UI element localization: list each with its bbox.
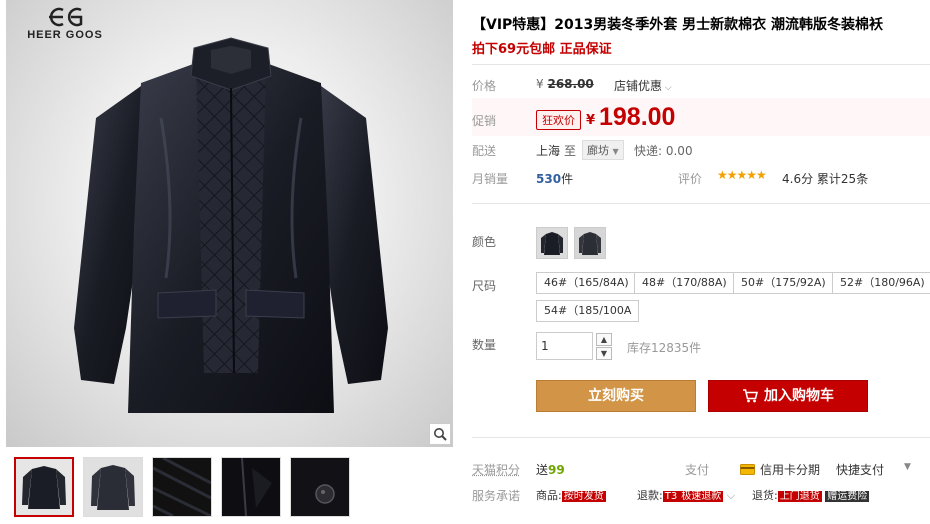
rating-stars: ★★★★★	[717, 168, 767, 182]
chevron-down-icon: ⌵	[726, 489, 736, 502]
jacket-photo	[74, 37, 388, 413]
service-return: 退货: 上门退货 赠运费险	[752, 487, 870, 503]
ship-from: 上海	[536, 144, 561, 158]
quick-pay[interactable]: 快捷支付	[836, 461, 884, 478]
credit-card-icon	[740, 464, 755, 475]
main-product-image[interactable]: HEER GOOS	[6, 0, 453, 447]
credit-installment-label: 信用卡分期	[760, 463, 821, 477]
thumbnail-4[interactable]	[221, 457, 281, 517]
service-label: 服务承诺	[472, 489, 521, 503]
color-swatch-1[interactable]	[536, 227, 568, 259]
destination-select[interactable]: 廊坊 ▼	[582, 140, 624, 160]
original-price: ¥ 268.00	[536, 77, 594, 91]
size-label: 尺码	[472, 279, 497, 293]
size-option[interactable]: 52#（180/96A)	[832, 272, 930, 294]
quantity-input[interactable]	[536, 332, 593, 360]
magnifier-icon	[434, 428, 447, 441]
ship-on-time-badge[interactable]: 按时发货	[561, 491, 606, 502]
add-to-cart-label: 加入购物车	[764, 388, 834, 404]
currency-symbol: ¥	[536, 77, 544, 91]
rating-score-value: 4.6分	[782, 172, 814, 186]
thumbnail-2[interactable]	[83, 457, 143, 517]
size-option[interactable]: 48#（170/88A)	[634, 272, 735, 294]
points-value: 送99	[536, 461, 565, 478]
sales-label: 月销量	[472, 172, 509, 186]
credit-installment[interactable]: 信用卡分期	[740, 461, 820, 478]
color-swatch-2[interactable]	[574, 227, 606, 259]
chevron-up-icon: ▲	[600, 335, 608, 344]
sales-unit: 件	[561, 172, 574, 186]
product-subtitle: 拍下69元包邮 正品保证	[472, 42, 612, 57]
shipping-label: 配送	[472, 144, 497, 158]
store-promo-label: 店铺优惠	[614, 79, 663, 93]
zoom-button[interactable]	[429, 423, 451, 445]
add-to-cart-button[interactable]: 加入购物车	[708, 380, 868, 412]
buy-now-button[interactable]: 立刻购买	[536, 380, 696, 412]
divider	[472, 203, 930, 204]
thumbnail-strip	[14, 457, 350, 517]
payment-expand-icon[interactable]: ▼	[904, 462, 911, 472]
t3-badge[interactable]: T3	[662, 491, 680, 502]
ship-to-word: 至	[564, 144, 577, 158]
store-promo-dropdown[interactable]: 店铺优惠 ⌵	[614, 77, 672, 94]
shipping-fee: 快递: 0.00	[634, 144, 693, 158]
rating-label: 评价	[678, 172, 703, 186]
shipping-insurance-badge[interactable]: 赠运费险	[825, 491, 870, 502]
chevron-down-icon: ⌵	[662, 83, 672, 93]
destination-value: 廊坊	[587, 144, 609, 157]
home-pickup-return-badge[interactable]: 上门退货	[777, 491, 822, 502]
sales-count-value: 530	[536, 172, 562, 186]
color-label: 颜色	[472, 235, 497, 249]
quantity-label: 数量	[472, 338, 497, 352]
divider	[472, 64, 930, 65]
size-option[interactable]: 46#（165/84A)	[536, 272, 637, 294]
thumbnail-1[interactable]	[14, 457, 74, 517]
size-option[interactable]: 50#（175/92A)	[733, 272, 834, 294]
promo-label: 促销	[472, 114, 497, 128]
thumbnail-5[interactable]	[290, 457, 350, 517]
caret-down-icon: ▼	[612, 147, 619, 156]
chevron-down-icon: ▼	[600, 349, 608, 358]
service-refund: 退款: T3 极速退款 ⌵	[637, 487, 735, 503]
service-refund-label: 退款:	[637, 489, 663, 502]
quantity-increase-button[interactable]: ▲	[596, 333, 612, 346]
rating-score[interactable]: 4.6分 累计25条	[782, 170, 868, 187]
promo-currency: ¥	[586, 113, 596, 128]
stock-count: 库存12835件	[627, 341, 702, 355]
divider	[472, 437, 930, 438]
shopping-cart-icon	[743, 389, 758, 403]
product-title: 【VIP特惠】2013男装冬季外套 男士新款棉衣 潮流韩版冬装棉袄	[472, 17, 884, 33]
payment-label: 支付	[685, 463, 710, 477]
service-goods-label: 商品:	[536, 489, 562, 502]
brand-logo-icon	[49, 7, 83, 27]
fast-refund-badge[interactable]: 极速退款	[679, 491, 724, 502]
price-label: 价格	[472, 79, 497, 93]
points-number: 99	[548, 463, 565, 477]
promo-price: 198.00	[599, 103, 676, 131]
size-option[interactable]: 54#（185/100A	[536, 300, 640, 322]
service-return-label: 退货:	[752, 489, 778, 502]
quantity-decrease-button[interactable]: ▼	[596, 347, 612, 360]
thumbnail-3[interactable]	[152, 457, 212, 517]
rating-total: 累计25条	[816, 172, 869, 186]
service-goods: 商品: 按时发货	[536, 487, 606, 503]
points-prefix: 送	[536, 463, 549, 477]
points-label[interactable]: 天猫积分	[472, 461, 520, 478]
promo-badge: 狂欢价	[536, 110, 581, 130]
original-price-value: 268.00	[547, 77, 594, 91]
sales-count: 530件	[536, 170, 573, 187]
